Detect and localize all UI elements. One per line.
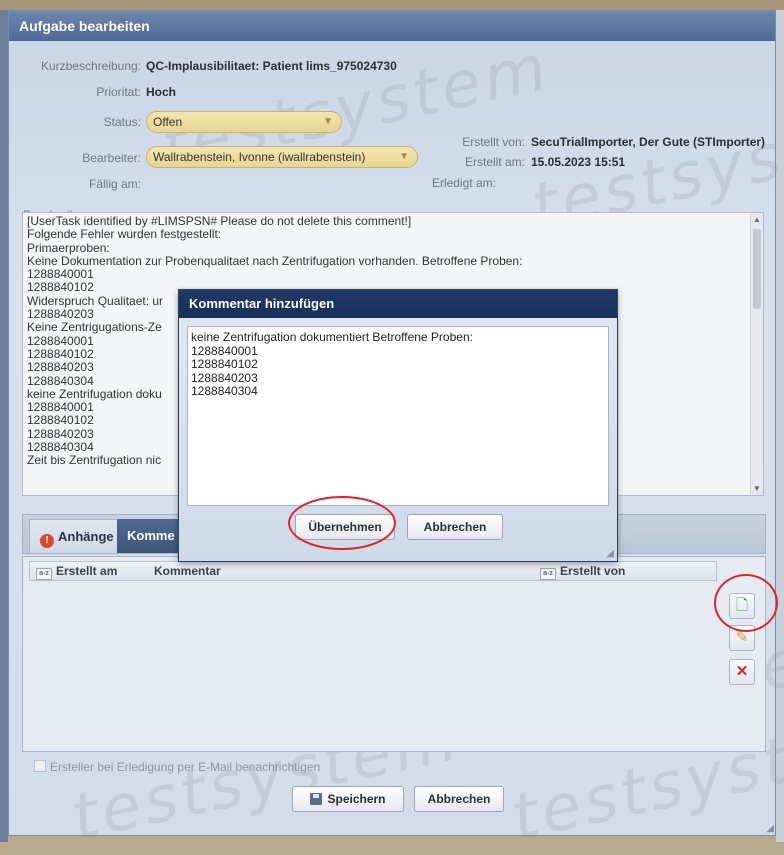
notify-checkbox-label: Ersteller bei Erledigung per E-Mail bena… bbox=[50, 760, 321, 774]
save-button-label: Speichern bbox=[327, 792, 386, 806]
cancel-button-label: Abbrechen bbox=[427, 792, 491, 806]
erstellt-von-value: SecuTrialImporter, Der Gute (STImporter) bbox=[531, 135, 766, 149]
grid-header: a-z Erstellt am Kommentar a-z Erstellt von bbox=[29, 561, 717, 581]
sort-icon: a-z bbox=[36, 568, 52, 580]
bearbeiter-select-value: Wallrabenstein, Ivonne (iwallrabenstein) bbox=[153, 150, 366, 164]
window-title: Aufgabe bearbeiten bbox=[9, 11, 775, 41]
sort-icon: a-z bbox=[540, 568, 556, 580]
description-scrollbar[interactable]: ▲ ▼ bbox=[750, 213, 763, 495]
description-line: Primaerproben: bbox=[27, 240, 110, 255]
column-erstellt-am-label: Erstellt am bbox=[56, 564, 118, 578]
tab-kommentare-label: Komme bbox=[127, 528, 175, 543]
resize-grip-icon[interactable]: ◢ bbox=[766, 823, 774, 834]
erstellt-am-value: 15.05.2023 15:51 bbox=[531, 155, 626, 169]
dialog-cancel-button[interactable]: Abbrechen bbox=[407, 514, 503, 540]
edit-comment-button[interactable]: ✎ bbox=[729, 625, 755, 651]
scroll-up-icon[interactable]: ▲ bbox=[751, 215, 763, 224]
description-line: [UserTask identified by #LIMSPSN# Please… bbox=[27, 214, 412, 228]
background-top-strip bbox=[0, 0, 784, 10]
column-erstellt-von[interactable]: a-z Erstellt von bbox=[540, 564, 625, 580]
background-right-strip bbox=[776, 10, 784, 842]
delete-comment-button[interactable]: ✕ bbox=[729, 659, 755, 685]
kurzbeschreibung-value: QC-Implausibilitaet: Patient lims_975024… bbox=[146, 59, 397, 73]
faellig-label: Fällig am: bbox=[88, 177, 141, 191]
warning-icon: ! bbox=[40, 534, 54, 548]
background-left-strip bbox=[0, 10, 8, 842]
bearbeiter-select[interactable]: Wallrabenstein, Ivonne (iwallrabenstein)… bbox=[146, 146, 418, 168]
column-kommentar[interactable]: Kommentar bbox=[154, 564, 221, 578]
apply-button-label: Übernehmen bbox=[308, 520, 382, 534]
chevron-down-icon: ▼ bbox=[399, 151, 409, 162]
scroll-thumb[interactable] bbox=[753, 229, 761, 309]
comments-grid: a-z Erstellt am Kommentar a-z Erstellt von… bbox=[22, 556, 766, 752]
status-label: Status: bbox=[103, 115, 141, 129]
dialog-title: Kommentar hinzufügen bbox=[179, 290, 617, 318]
add-comment-button[interactable]: 🗋 bbox=[729, 593, 755, 619]
kurzbeschreibung-label: Kurzbeschreibung: bbox=[40, 59, 141, 73]
description-line: Keine Dokumentation zur Probenqualitaet … bbox=[27, 253, 523, 268]
erledigt-am-label: Erledigt am: bbox=[431, 176, 496, 190]
delete-icon: ✕ bbox=[735, 663, 749, 680]
status-select[interactable]: Offen ▼ bbox=[146, 111, 342, 133]
edit-icon: ✎ bbox=[735, 629, 749, 646]
prioritaet-label: Prioritat: bbox=[96, 85, 141, 99]
dialog-resize-grip-icon[interactable]: ◢ bbox=[606, 548, 614, 559]
column-erstellt-von-label: Erstellt von bbox=[560, 564, 626, 578]
tab-kommentare[interactable]: Komme bbox=[117, 519, 187, 553]
column-kommentar-label: Kommentar bbox=[154, 564, 221, 578]
description-line: 1288840001 bbox=[27, 267, 94, 282]
chevron-down-icon: ▼ bbox=[323, 116, 333, 127]
erstellt-von-label: Erstellt von: bbox=[462, 135, 525, 149]
tab-anhaenge-label: Anhänge bbox=[58, 529, 114, 544]
tab-anhaenge[interactable]: ! Anhänge bbox=[29, 519, 125, 553]
scroll-down-icon[interactable]: ▼ bbox=[751, 484, 763, 493]
notify-checkbox-row[interactable]: Ersteller bei Erledigung per E-Mail bena… bbox=[34, 760, 320, 774]
dialog-cancel-button-label: Abbrechen bbox=[423, 520, 487, 534]
notify-checkbox[interactable] bbox=[34, 760, 46, 772]
add-comment-dialog: Kommentar hinzufügen keine Zentrifugatio… bbox=[178, 289, 618, 562]
add-note-icon: 🗋 bbox=[735, 597, 749, 614]
apply-button[interactable]: Übernehmen bbox=[295, 514, 395, 540]
column-erstellt-am[interactable]: a-z Erstellt am bbox=[36, 564, 117, 580]
bearbeiter-label: Bearbeiter: bbox=[82, 151, 141, 165]
erstellt-am-label: Erstellt am: bbox=[464, 155, 525, 169]
comment-textarea[interactable]: keine Zentrifugation dokumentiert Betrof… bbox=[187, 326, 609, 506]
cancel-button[interactable]: Abbrechen bbox=[414, 786, 504, 812]
description-line: Folgende Fehler wurden festgestellt: bbox=[27, 227, 222, 242]
save-button[interactable]: Speichern bbox=[292, 786, 404, 812]
prioritaet-value: Hoch bbox=[146, 85, 176, 99]
status-select-value: Offen bbox=[153, 115, 183, 129]
save-icon bbox=[310, 793, 323, 805]
